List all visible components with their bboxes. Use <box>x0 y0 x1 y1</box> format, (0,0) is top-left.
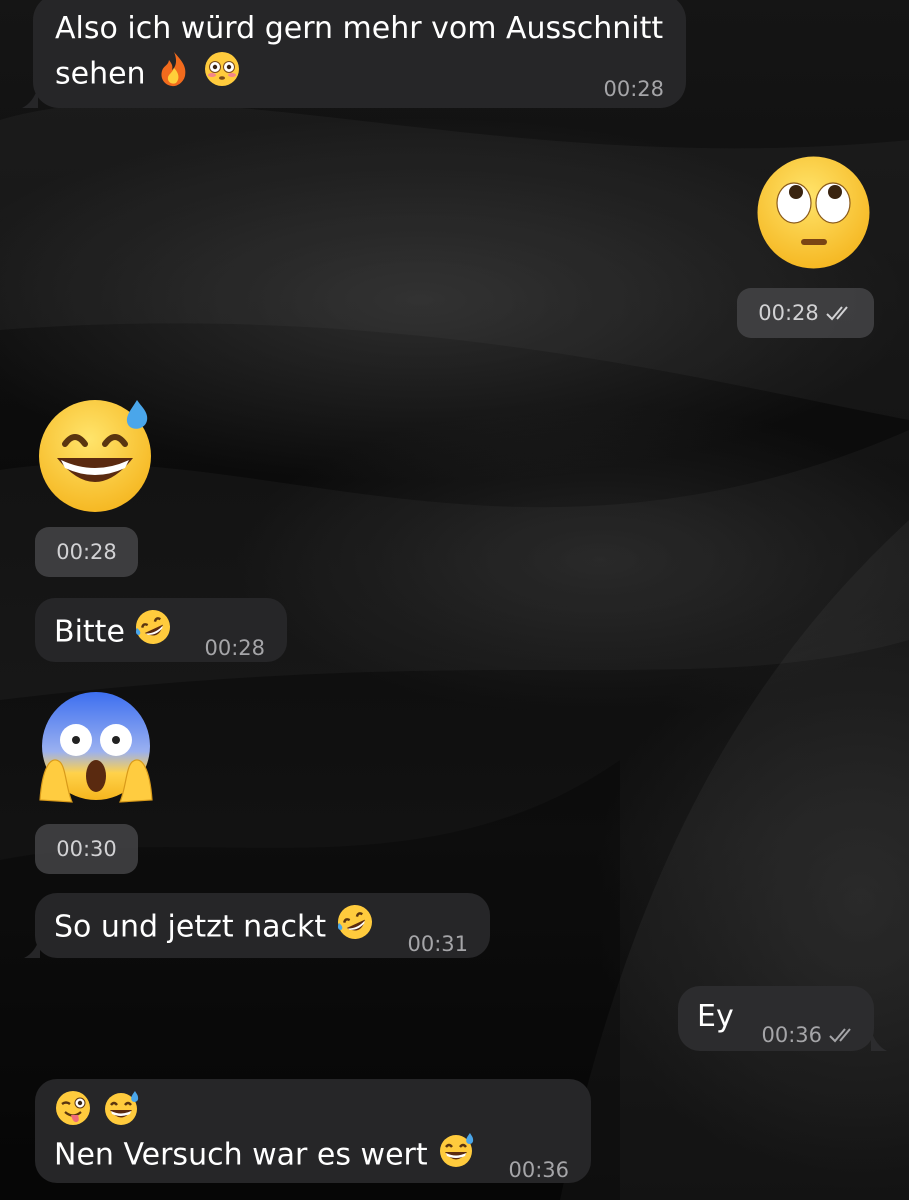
message-text: sehen <box>55 50 241 100</box>
message-text: So und jetzt nackt <box>54 903 374 953</box>
message-bubble-incoming[interactable]: So und jetzt nackt 00:31 <box>35 893 490 958</box>
grinning-face-with-sweat-icon <box>437 1131 475 1181</box>
rolling-on-the-floor-laughing-icon <box>134 608 172 658</box>
message-text: Nen Versuch war es wert <box>54 1131 475 1181</box>
face-screaming-in-fear-icon[interactable] <box>36 690 156 814</box>
message-text: Also ich würd gern mehr vom Ausschnitt <box>55 11 664 46</box>
message-bubble-incoming[interactable]: Also ich würd gern mehr vom Ausschnitt s… <box>33 0 686 108</box>
message-bubble-incoming[interactable]: Bitte 00:28 <box>35 598 287 662</box>
message-timestamp: 00:28 <box>204 636 265 660</box>
double-check-icon <box>825 304 853 322</box>
message-timestamp: 00:31 <box>407 932 468 956</box>
double-check-icon <box>828 1026 856 1044</box>
message-text: Ey <box>697 999 734 1034</box>
timestamp-pill: 00:30 <box>35 824 138 874</box>
flushed-face-icon <box>203 50 241 100</box>
message-timestamp: 00:28 <box>758 301 819 325</box>
face-with-rolling-eyes-icon[interactable] <box>756 155 871 274</box>
bubble-tail <box>22 88 38 108</box>
message-timestamp: 00:36 <box>508 1158 569 1182</box>
message-text: Bitte <box>54 608 172 658</box>
message-timestamp: 00:28 <box>603 77 664 101</box>
message-status: 00:36 <box>761 1014 856 1056</box>
message-timestamp: 00:30 <box>56 837 117 861</box>
bubble-tail <box>24 938 40 958</box>
message-timestamp: 00:36 <box>761 1023 822 1047</box>
fire-icon <box>155 50 193 100</box>
rolling-on-the-floor-laughing-icon <box>336 903 374 953</box>
message-bubble-incoming[interactable]: Nen Versuch war es wert 00:36 <box>35 1079 591 1183</box>
grinning-face-with-sweat-icon[interactable] <box>37 396 155 518</box>
timestamp-pill: 00:28 <box>737 288 874 338</box>
timestamp-pill: 00:28 <box>35 527 138 577</box>
message-bubble-outgoing[interactable]: Ey 00:36 <box>678 986 874 1051</box>
message-timestamp: 00:28 <box>56 540 117 564</box>
bubble-tail <box>871 1031 887 1051</box>
